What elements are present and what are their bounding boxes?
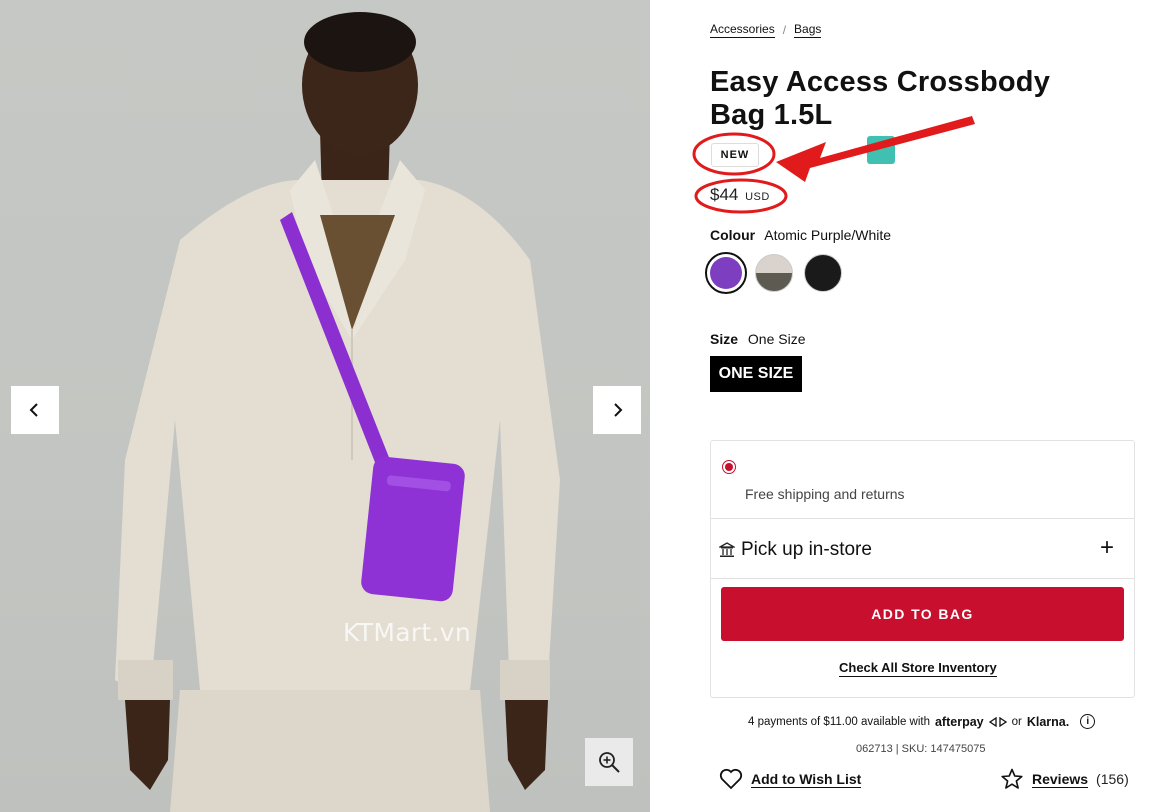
or-text: or [1011, 715, 1022, 728]
zoom-in-icon [599, 752, 620, 773]
product-title: Easy Access Crossbody Bag 1.5L [710, 66, 1051, 131]
installment-text: 4 payments of $11.00 available with [748, 715, 930, 728]
wish-list-label: Add to Wish List [751, 770, 862, 788]
add-to-bag-button[interactable]: ADD TO BAG [721, 587, 1124, 641]
afterpay-arrows-icon [988, 716, 1007, 727]
pickup-in-store-option[interactable]: Pick up in-store [719, 539, 872, 561]
size-selected-value: One Size [747, 331, 806, 347]
size-one-size-button[interactable]: ONE SIZE [710, 356, 802, 392]
previous-image-button[interactable] [11, 386, 59, 434]
reviews-count: (156) [1096, 771, 1129, 787]
zoom-button[interactable] [585, 738, 633, 786]
colour-label-row: Colour Atomic Purple/White [710, 227, 891, 243]
reviews-label: Reviews [1032, 770, 1089, 788]
eco-tag-icon [867, 136, 895, 164]
product-price: $44 USD [710, 185, 770, 205]
sku-text: 062713 | SKU: 147475075 [856, 743, 986, 755]
free-shipping-text: Free shipping and returns [745, 486, 905, 502]
breadcrumb-bags[interactable]: Bags [794, 22, 822, 38]
pickup-label: Pick up in-store [741, 539, 872, 560]
price-currency: USD [745, 191, 770, 203]
swatch-black[interactable] [804, 254, 842, 292]
colour-selected-value: Atomic Purple/White [764, 227, 892, 243]
add-to-wish-list-button[interactable]: Add to Wish List [719, 768, 862, 790]
breadcrumb-separator: / [782, 23, 787, 37]
expand-plus-icon[interactable]: + [1100, 536, 1114, 560]
afterpay-logo: afterpay [934, 714, 984, 729]
klarna-logo: Klarna. [1026, 714, 1070, 729]
ship-radio-selected[interactable] [722, 460, 736, 474]
info-icon[interactable]: i [1080, 714, 1096, 729]
breadcrumb: Accessories / Bags [710, 22, 822, 38]
next-image-button[interactable] [593, 386, 641, 434]
reviews-link[interactable]: Reviews (156) [1000, 768, 1129, 790]
chevron-left-icon [29, 403, 38, 417]
swatch-atomic-purple[interactable] [705, 252, 747, 294]
size-label: Size [710, 331, 739, 347]
new-badge: NEW [711, 143, 759, 167]
size-label-row: Size One Size [710, 331, 806, 347]
chevron-right-icon [614, 403, 623, 417]
watermark-text: KTMart.vn [343, 618, 471, 647]
colour-label: Colour [710, 227, 756, 243]
installment-payment-info: 4 payments of $11.00 available with afte… [748, 714, 1096, 729]
product-photo [115, 12, 560, 812]
star-icon [1001, 768, 1023, 789]
swatch-bone-olive[interactable] [755, 254, 793, 292]
price-amount: $44 [710, 185, 739, 204]
product-image-gallery: KTMart.vn [0, 0, 650, 812]
divider [711, 578, 1134, 579]
check-store-inventory-link[interactable]: Check All Store Inventory [839, 660, 997, 677]
store-icon [719, 542, 735, 557]
heart-icon [719, 768, 743, 790]
breadcrumb-accessories[interactable]: Accessories [710, 22, 775, 38]
divider [711, 518, 1134, 519]
